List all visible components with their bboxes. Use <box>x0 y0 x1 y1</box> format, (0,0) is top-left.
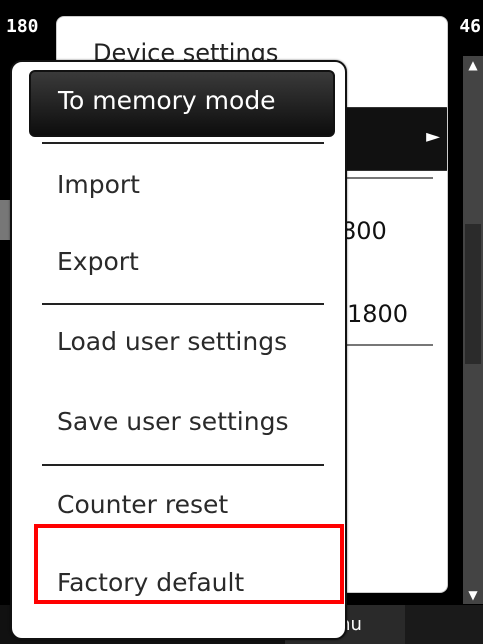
menu-item-import[interactable]: Import <box>12 160 345 210</box>
bottom-right-area <box>405 605 483 644</box>
background-value-1: 800 <box>341 217 387 245</box>
menu-divider <box>42 303 324 305</box>
left-edge-tab <box>0 200 10 240</box>
menu-item-label: Factory default <box>57 568 245 597</box>
scrollbar-thumb[interactable] <box>465 224 481 364</box>
menu-item-save-user-settings[interactable]: Save user settings <box>12 397 345 447</box>
menu-item-label: Export <box>57 247 139 276</box>
menu-item-label: Counter reset <box>57 490 229 519</box>
scroll-up-icon[interactable]: ▲ <box>463 56 483 74</box>
menu-item-export[interactable]: Export <box>12 237 345 287</box>
menu-item-to-memory-mode[interactable]: To memory mode <box>29 70 335 137</box>
status-right-text: 46 <box>459 16 481 37</box>
menu-item-label: To memory mode <box>58 86 276 115</box>
menu-item-factory-default[interactable]: Factory default <box>12 558 345 608</box>
menu-item-label: Save user settings <box>57 407 289 436</box>
chevron-right-icon: ► <box>426 126 440 147</box>
scroll-down-icon[interactable]: ▼ <box>463 586 483 604</box>
menu-divider <box>42 464 324 466</box>
status-left-text: 180 <box>6 16 39 37</box>
menu-item-label: Import <box>57 170 140 199</box>
background-divider <box>345 344 433 346</box>
context-menu: To memory mode Import Export Load user s… <box>10 60 347 640</box>
menu-item-label: Load user settings <box>57 327 288 356</box>
menu-divider <box>42 142 324 144</box>
menu-item-load-user-settings[interactable]: Load user settings <box>12 317 345 367</box>
scrollbar[interactable]: ▲ ▼ <box>463 56 483 604</box>
background-value-2: 1800 <box>347 300 409 328</box>
background-divider <box>345 177 433 179</box>
menu-item-counter-reset[interactable]: Counter reset <box>12 480 345 530</box>
